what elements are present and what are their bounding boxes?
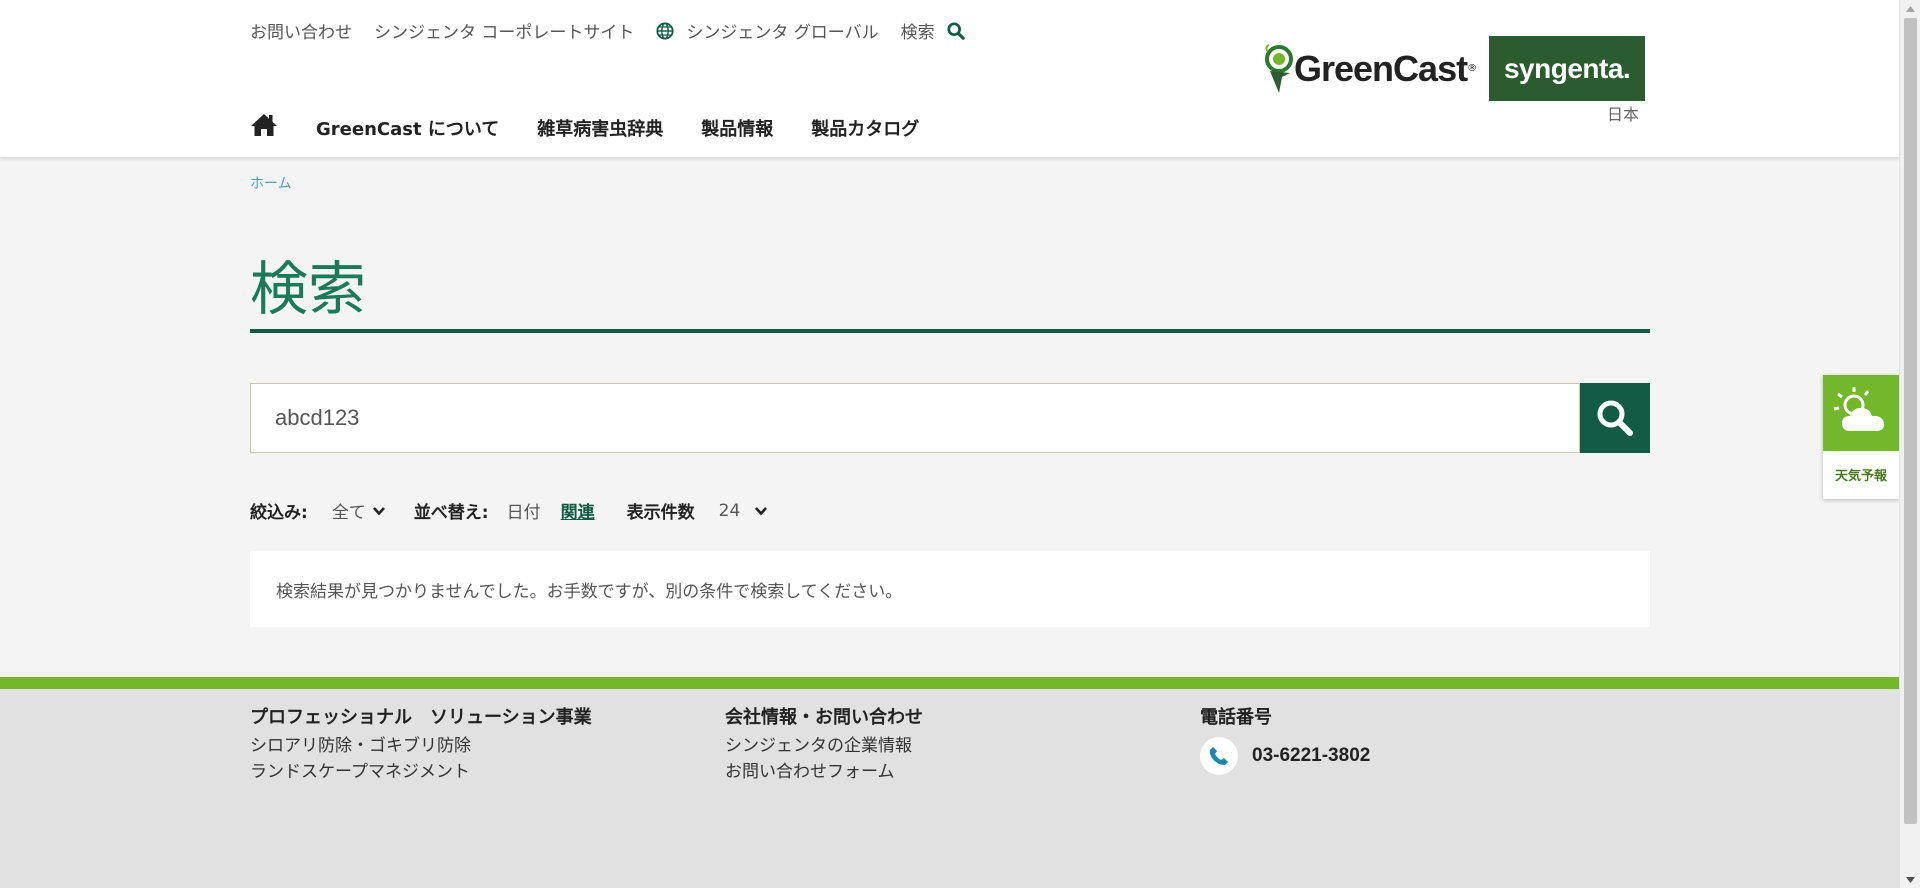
vertical-scrollbar[interactable]	[1899, 0, 1920, 888]
footer-heading: プロフェッショナル ソリューション事業	[250, 707, 592, 728]
weather-widget[interactable]: 天気予報	[1823, 375, 1899, 499]
utility-nav: お問い合わせ シンジェンタ コーポレートサイト シンジェンタ グローバル 検索	[250, 18, 987, 43]
footer-column-phone: 電話番号 03-6221-3802	[1200, 703, 1370, 775]
search-icon	[1597, 400, 1633, 436]
contact-link[interactable]: お問い合わせ	[250, 18, 352, 43]
footer-link-termite-control[interactable]: シロアリ防除・ゴキブリ防除	[250, 736, 471, 756]
home-icon	[251, 114, 277, 136]
page-title: 検索	[250, 255, 367, 323]
title-divider	[250, 329, 1650, 333]
count-dropdown-value[interactable]: 24	[719, 501, 741, 521]
logo-area: GreenCast ® syngenta.	[1264, 36, 1646, 101]
footer-column-company: 会社情報・お問い合わせ シンジェンタの企業情報 お問い合わせフォーム	[725, 703, 923, 785]
search-icon	[947, 21, 965, 40]
nav-weed-pest-dictionary[interactable]: 雑草病害虫辞典	[537, 115, 663, 141]
site-header: お問い合わせ シンジェンタ コーポレートサイト シンジェンタ グローバル 検索	[0, 0, 1899, 158]
sort-label: 並べ替え:	[413, 503, 489, 523]
search-submit-button[interactable]	[1580, 383, 1650, 453]
footer-heading: 会社情報・お問い合わせ	[725, 707, 923, 728]
scrollbar-thumb[interactable]	[1904, 18, 1917, 824]
filter-dropdown-value[interactable]: 全て	[332, 498, 366, 523]
sort-by-relevance-link[interactable]: 関連	[561, 498, 595, 523]
nav-product-catalog[interactable]: 製品カタログ	[811, 115, 919, 141]
greencast-logo-text: GreenCast	[1294, 47, 1468, 89]
header-search-label: 検索	[900, 23, 935, 43]
footer-accent-bar	[0, 677, 1899, 689]
weather-widget-label: 天気予報	[1834, 469, 1887, 484]
greencast-ball-icon	[1265, 43, 1293, 93]
header-search-link[interactable]: 検索	[901, 18, 965, 43]
greencast-logo[interactable]: GreenCast ®	[1264, 37, 1477, 101]
footer-link-contact-form[interactable]: お問い合わせフォーム	[725, 762, 895, 782]
main-nav: GreenCast について 雑草病害虫辞典 製品情報 製品カタログ	[250, 112, 957, 143]
weather-widget-top	[1823, 375, 1899, 451]
search-input[interactable]	[250, 383, 1580, 453]
country-selector[interactable]: 日本	[1607, 101, 1639, 125]
site-footer: プロフェッショナル ソリューション事業 シロアリ防除・ゴキブリ防除 ランドスケー…	[0, 689, 1899, 888]
scroll-down-arrow-icon[interactable]	[1900, 871, 1920, 888]
no-results-message: 検索結果が見つかりませんでした。お手数ですが、別の条件で検索してください。	[250, 551, 1650, 627]
count-label: 表示件数	[626, 503, 695, 523]
phone-number-link[interactable]: 03-6221-3802	[1252, 745, 1370, 767]
globe-icon	[656, 21, 674, 40]
filter-label: 絞込み:	[250, 503, 308, 523]
scroll-up-arrow-icon[interactable]	[1900, 0, 1920, 17]
footer-link-landscape[interactable]: ランドスケープマネジメント	[250, 762, 470, 782]
phone-icon	[1200, 737, 1238, 775]
footer-column-solutions: プロフェッショナル ソリューション事業 シロアリ防除・ゴキブリ防除 ランドスケー…	[250, 703, 592, 785]
global-site-label: シンジェンタ グローバル	[686, 23, 879, 43]
chevron-down-icon[interactable]	[754, 504, 768, 518]
search-form	[250, 383, 1650, 453]
registered-mark: ®	[1467, 63, 1478, 74]
nav-product-info[interactable]: 製品情報	[701, 115, 773, 141]
sort-by-date-link[interactable]: 日付	[507, 498, 541, 523]
phone-row: 03-6221-3802	[1200, 737, 1370, 775]
nav-about-greencast[interactable]: GreenCast について	[316, 115, 499, 141]
filter-bar: 絞込み: 全て 並べ替え: 日付 関連 表示件数 24	[250, 498, 796, 523]
breadcrumb-home[interactable]: ホーム	[250, 173, 292, 193]
weather-sun-cloud-icon	[1833, 387, 1885, 431]
home-link[interactable]	[250, 112, 316, 143]
chevron-down-icon[interactable]	[372, 504, 386, 518]
global-site-link[interactable]: シンジェンタ グローバル	[656, 18, 879, 43]
corporate-site-link[interactable]: シンジェンタ コーポレートサイト	[374, 18, 634, 43]
footer-link-company-info[interactable]: シンジェンタの企業情報	[725, 736, 912, 756]
syngenta-logo[interactable]: syngenta.	[1489, 36, 1646, 101]
footer-heading: 電話番号	[1200, 707, 1272, 728]
